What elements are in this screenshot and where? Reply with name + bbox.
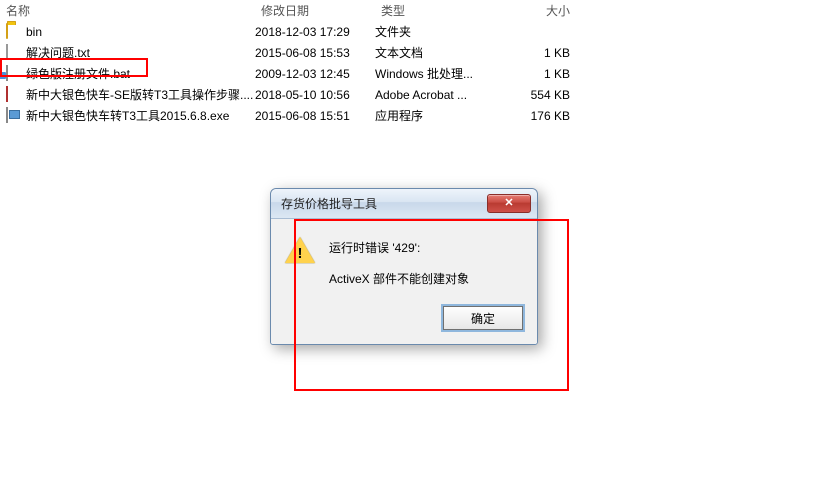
error-line1: 运行时错误 '429': <box>329 239 469 256</box>
header-name[interactable]: 名称 <box>0 0 255 21</box>
file-date: 2018-05-10 10:56 <box>255 88 375 102</box>
file-type: 应用程序 <box>375 107 485 124</box>
error-dialog: 存货价格批导工具 ✕ ! 运行时错误 '429': ActiveX 部件不能创建… <box>270 188 538 345</box>
file-list: 名称 修改日期 类型 大小 bin 2018-12-03 17:29 文件夹 解… <box>0 0 821 126</box>
file-type: 文本文档 <box>375 44 485 61</box>
dialog-message: 运行时错误 '429': ActiveX 部件不能创建对象 <box>329 237 469 301</box>
header-type[interactable]: 类型 <box>375 0 485 21</box>
file-size: 1 KB <box>485 67 590 81</box>
file-row[interactable]: 绿色版注册文件.bat 2009-12-03 12:45 Windows 批处理… <box>0 63 821 84</box>
file-type: 文件夹 <box>375 23 485 40</box>
file-name: bin <box>26 25 42 39</box>
file-type: Windows 批处理... <box>375 65 485 82</box>
file-row[interactable]: 新中大银色快车转T3工具2015.6.8.exe 2015-06-08 15:5… <box>0 105 821 126</box>
file-name: 解决问题.txt <box>26 44 90 61</box>
exe-file-icon <box>6 108 22 124</box>
dialog-titlebar[interactable]: 存货价格批导工具 ✕ <box>271 189 537 219</box>
dialog-body: ! 运行时错误 '429': ActiveX 部件不能创建对象 <box>271 219 537 306</box>
file-name: 绿色版注册文件.bat <box>26 65 130 82</box>
file-name: 新中大银色快车-SE版转T3工具操作步骤.... <box>26 86 253 103</box>
file-date: 2015-06-08 15:51 <box>255 109 375 123</box>
file-row[interactable]: 解决问题.txt 2015-06-08 15:53 文本文档 1 KB <box>0 42 821 63</box>
batch-file-icon <box>6 66 22 82</box>
file-row[interactable]: bin 2018-12-03 17:29 文件夹 <box>0 21 821 42</box>
file-size: 1 KB <box>485 46 590 60</box>
file-date: 2015-06-08 15:53 <box>255 46 375 60</box>
dialog-title: 存货价格批导工具 <box>281 195 487 212</box>
file-size: 554 KB <box>485 88 590 102</box>
header-date[interactable]: 修改日期 <box>255 0 375 21</box>
file-date: 2009-12-03 12:45 <box>255 67 375 81</box>
folder-icon <box>6 24 22 40</box>
file-row[interactable]: 新中大银色快车-SE版转T3工具操作步骤.... 2018-05-10 10:5… <box>0 84 821 105</box>
header-size[interactable]: 大小 <box>485 0 590 21</box>
file-type: Adobe Acrobat ... <box>375 88 485 102</box>
dialog-footer: 确定 <box>271 306 537 344</box>
text-file-icon <box>6 45 22 61</box>
warning-icon: ! <box>285 237 315 265</box>
file-name: 新中大银色快车转T3工具2015.6.8.exe <box>26 107 229 124</box>
ok-button[interactable]: 确定 <box>443 306 523 330</box>
column-headers: 名称 修改日期 类型 大小 <box>0 0 821 21</box>
file-size: 176 KB <box>485 109 590 123</box>
error-line2: ActiveX 部件不能创建对象 <box>329 270 469 287</box>
pdf-file-icon <box>6 87 22 103</box>
close-icon: ✕ <box>504 198 513 209</box>
file-date: 2018-12-03 17:29 <box>255 25 375 39</box>
close-button[interactable]: ✕ <box>487 194 531 213</box>
